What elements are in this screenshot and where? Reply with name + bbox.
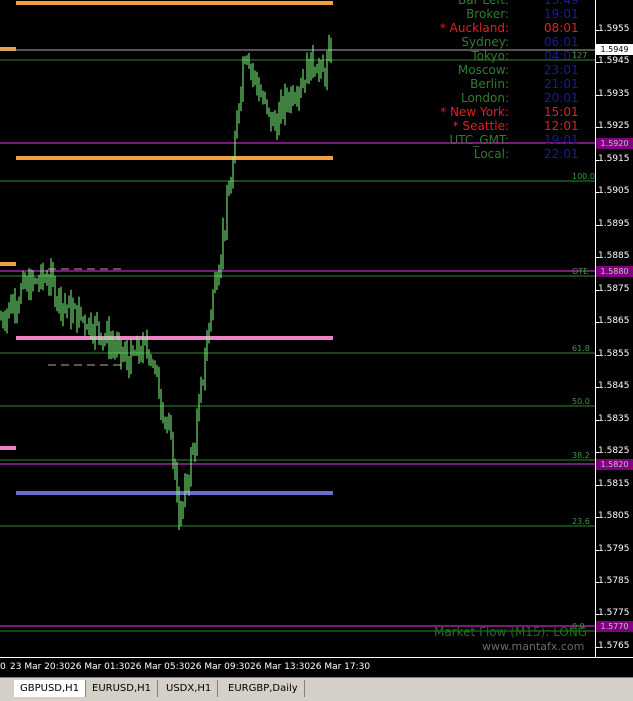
price-tick-mark	[596, 192, 599, 194]
price-tick-label: 1.5775	[598, 608, 630, 619]
fib-level-label: 50.0	[572, 397, 590, 406]
price-axis: 1.5955 1.5945 1.5935 1.5925 1.5915 1.5905 1.58…	[595, 0, 633, 657]
fib-level-label: 23.6	[572, 517, 590, 526]
clock-time-value: 19:01	[544, 7, 579, 21]
clock-time-value: 15:01	[544, 105, 579, 119]
clock-city-label: Sydney:	[461, 35, 509, 49]
clock-city-label: Moscow:	[457, 63, 509, 77]
price-tick-mark	[596, 159, 599, 161]
chart-tab[interactable]: GBPUSD,H1	[14, 680, 87, 697]
chart-tabs-bar: GBPUSD,H1 EURUSD,H1 USDX,H1 EURGBP,Daily	[0, 677, 633, 701]
clock-city-label: Berlin:	[470, 77, 509, 91]
price-tick-label: 1.5815	[598, 478, 630, 489]
time-axis-label: 26 Mar 09:30	[190, 662, 251, 672]
clock-city-label: Local:	[473, 147, 509, 161]
level-price-badge: 1.5820	[596, 459, 633, 470]
price-tick-mark	[596, 646, 599, 648]
current-price-badge: 1.5949	[596, 44, 633, 56]
price-tick-label: 1.5955	[598, 24, 630, 34]
clock-city-label: * Seattle:	[452, 119, 509, 133]
fib-level-label: 127	[572, 51, 588, 60]
price-tick-label: 1.5865	[598, 316, 630, 327]
price-tick-label: 1.5805	[598, 511, 630, 522]
clock-time-value: 19:01	[544, 133, 579, 147]
clock-city-label: * New York:	[440, 105, 509, 119]
price-tick-mark	[596, 322, 599, 324]
clock-time-value: 12:01	[544, 119, 579, 133]
price-tick-label: 1.5795	[598, 543, 630, 554]
fib-level-label: 38.2	[572, 451, 590, 460]
time-axis: 0 23 Mar 20:30 26 Mar 01:30 26 Mar 05:30 26 …	[0, 657, 633, 678]
time-axis-label: 23 Mar 20:30	[10, 662, 71, 672]
chart-tab[interactable]: EURUSD,H1	[86, 680, 159, 697]
level-price-badge: 1.5770	[596, 621, 633, 632]
time-axis-label: 26 Mar 01:30	[70, 662, 131, 672]
time-axis-label: 26 Mar 05:30	[130, 662, 191, 672]
time-axis-label: 26 Mar 17:30	[310, 662, 371, 672]
time-axis-label: 26 Mar 13:30	[250, 662, 311, 672]
market-flow-label: Market Flow (M15): LONG	[434, 625, 588, 639]
price-tick-mark	[596, 94, 599, 96]
price-tick-label: 1.5905	[598, 186, 630, 197]
clock-time-value: 23:01	[544, 63, 579, 77]
clock-city-label: * Auckland:	[439, 21, 509, 35]
level-price-badge: 1.5920	[596, 138, 633, 149]
time-axis-label: 0	[0, 662, 6, 672]
price-tick-label: 1.5845	[598, 381, 630, 392]
level-price-badge: 1.5880	[596, 266, 633, 277]
price-tick-label: 1.5855	[598, 348, 630, 359]
price-tick-mark	[596, 387, 599, 389]
fib-level-label: 61.8	[572, 344, 590, 353]
price-tick-mark	[596, 484, 599, 486]
price-tick-mark	[596, 581, 599, 583]
clock-time-value: 06:01	[544, 35, 579, 49]
fib-level-label: OTE	[572, 267, 589, 276]
price-tick-mark	[596, 127, 599, 129]
price-tick-label: 1.5915	[598, 153, 630, 164]
price-tick-label: 1.5765	[598, 640, 630, 651]
price-tick-label: 1.5935	[598, 88, 630, 99]
fib-level-label: 100.0	[572, 172, 595, 181]
chart-area[interactable]: Bar Left: 13:49 Broker: 19:01 * Auckland: 08:…	[0, 0, 595, 657]
price-tick-mark	[596, 452, 599, 454]
clock-time-value: 21:01	[544, 77, 579, 91]
price-tick-label: 1.5825	[598, 446, 630, 457]
clock-city-label: London:	[460, 91, 509, 105]
clock-time-value: 08:01	[544, 21, 579, 35]
price-tick-mark	[596, 224, 599, 226]
clock-time-value: 13:49	[544, 0, 579, 7]
price-tick-mark	[596, 257, 599, 259]
clock-city-label: Tokyo:	[471, 49, 509, 63]
price-tick-label: 1.5925	[598, 121, 630, 132]
website-label: www.mantafx.com	[482, 640, 585, 653]
chart-tab[interactable]: USDX,H1	[160, 680, 219, 697]
price-tick-label: 1.5835	[598, 413, 630, 424]
price-tick-label: 1.5785	[598, 575, 630, 586]
clock-time-value: 22:01	[544, 147, 579, 161]
price-tick-label: 1.5875	[598, 283, 630, 294]
price-tick-mark	[596, 289, 599, 291]
clock-city-label: UTC_GMT:	[449, 133, 510, 147]
price-tick-mark	[596, 549, 599, 551]
price-tick-mark	[596, 517, 599, 519]
price-tick-label: 1.5895	[598, 218, 630, 229]
clock-city-label: Bar Left:	[458, 0, 509, 7]
price-tick-mark	[596, 62, 599, 64]
price-tick-label: 1.5885	[598, 251, 630, 262]
clock-city-label: Broker:	[466, 7, 509, 21]
price-tick-mark	[596, 30, 599, 31]
chart-tab[interactable]: EURGBP,Daily	[222, 680, 305, 697]
price-tick-mark	[596, 614, 599, 616]
price-tick-label: 1.5945	[598, 56, 630, 67]
price-tick-mark	[596, 354, 599, 356]
price-tick-mark	[596, 419, 599, 421]
clock-time-value: 20:01	[544, 91, 579, 105]
